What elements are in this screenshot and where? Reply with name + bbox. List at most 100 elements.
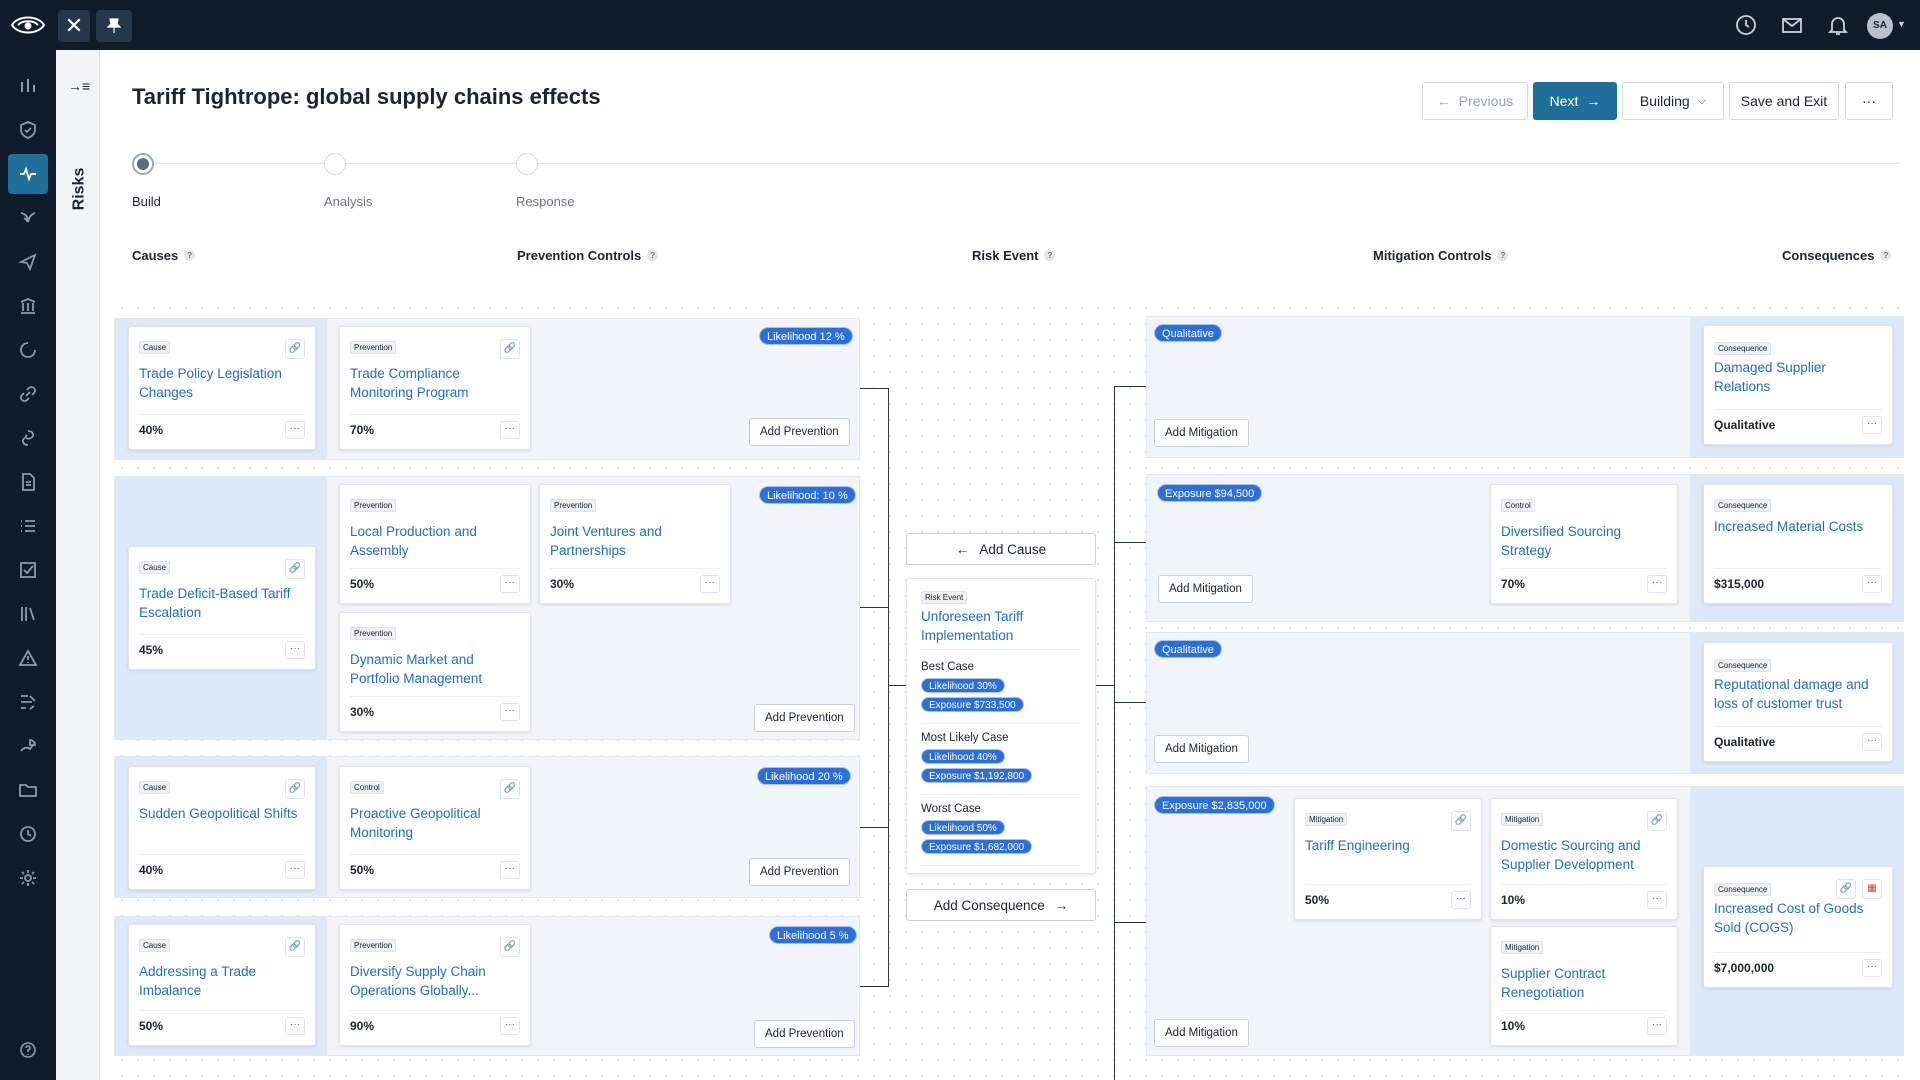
consequence-card[interactable]: Consequence 🔗 ▦ Increased Cost of Goods … [1703,866,1893,988]
more-icon[interactable]: ··· [1862,733,1882,751]
nav-link-icon[interactable] [8,374,48,414]
prevention-card[interactable]: Prevention Local Production and Assembly… [339,484,531,604]
help-icon[interactable]: ? [1497,250,1509,261]
card-title[interactable]: Dynamic Market and Portfolio Management [350,650,514,688]
card-title[interactable]: Trade Policy Legislation Changes [139,364,299,402]
close-icon[interactable]: ✕ [58,10,90,42]
more-icon[interactable]: ··· [1647,1017,1667,1035]
nav-bar-chart-icon[interactable] [8,66,48,106]
card-title[interactable]: Addressing a Trade Imbalance [139,962,299,1000]
chevron-down-icon[interactable]: ▼ [1897,19,1906,29]
link-icon[interactable]: 🔗 [500,339,520,359]
next-button[interactable]: Next → [1533,82,1617,120]
cause-card[interactable]: Cause 🔗 Trade Policy Legislation Changes… [128,326,316,450]
help-icon[interactable]: ? [1044,250,1056,261]
add-cause-button[interactable]: ← Add Cause [906,533,1096,565]
risk-event-title[interactable]: Unforeseen Tariff Implementation [921,607,1079,645]
step-response-label[interactable]: Response [516,194,575,209]
status-dropdown[interactable]: Building ⌵ [1622,82,1724,120]
prevention-card[interactable]: Prevention 🔗 Diversify Supply Chain Oper… [339,924,531,1046]
more-icon[interactable]: ··· [1862,959,1882,977]
more-icon[interactable]: ··· [1647,891,1667,909]
add-prevention-button[interactable]: Add Prevention [749,418,850,446]
more-icon[interactable]: ··· [285,1017,305,1035]
link-icon[interactable]: 🔗 [285,779,305,799]
nav-warning-icon[interactable] [8,638,48,678]
link-icon[interactable]: 🔗 [285,559,305,579]
consequence-card[interactable]: Consequence Increased Material Costs $31… [1703,484,1893,604]
more-icon[interactable]: ··· [700,575,720,593]
nav-history-icon[interactable] [8,814,48,854]
add-mitigation-button[interactable]: Add Mitigation [1158,575,1253,603]
more-icon[interactable]: ··· [285,641,305,659]
add-consequence-button[interactable]: Add Consequence → [906,889,1096,921]
more-icon[interactable]: ··· [285,861,305,879]
prevention-card[interactable]: Prevention 🔗 Trade Compliance Monitoring… [339,326,531,450]
card-title[interactable]: Local Production and Assembly [350,522,514,560]
link-icon[interactable]: 🔗 [1451,811,1471,831]
previous-button[interactable]: ← Previous [1422,82,1528,120]
step-analysis-dot[interactable] [324,153,346,175]
mitigation-card[interactable]: Mitigation Supplier Contract Renegotiati… [1490,926,1678,1046]
bell-icon[interactable] [1826,13,1850,37]
nav-circle-notch-icon[interactable] [8,330,48,370]
step-build-label[interactable]: Build [132,194,161,209]
nav-swirl-icon[interactable] [8,418,48,458]
more-icon[interactable]: ··· [1862,416,1882,434]
card-title[interactable]: Joint Ventures and Partnerships [550,522,714,560]
step-build-dot[interactable] [132,153,154,175]
nav-library-icon[interactable] [8,594,48,634]
more-icon[interactable]: ··· [500,1017,520,1035]
card-title[interactable]: Increased Material Costs [1714,517,1876,536]
nav-folder-icon[interactable] [8,770,48,810]
nav-chart-hand-icon[interactable] [8,726,48,766]
card-title[interactable]: Trade Compliance Monitoring Program [350,364,514,402]
card-title[interactable]: Domestic Sourcing and Supplier Developme… [1501,836,1661,874]
consequence-card[interactable]: Consequence Reputational damage and loss… [1703,642,1893,762]
add-prevention-button[interactable]: Add Prevention [754,704,855,732]
add-mitigation-button[interactable]: Add Mitigation [1154,735,1249,763]
card-title[interactable]: Tariff Engineering [1305,836,1465,855]
link-icon[interactable]: 🔗 [500,937,520,957]
cause-card[interactable]: Cause 🔗 Trade Deficit-Based Tariff Escal… [128,546,316,670]
help-icon[interactable]: ? [647,250,659,261]
card-title[interactable]: Supplier Contract Renegotiation [1501,964,1661,1002]
card-title[interactable]: Damaged Supplier Relations [1714,358,1876,396]
risks-panel-label[interactable]: Risks [70,168,88,211]
step-analysis-label[interactable]: Analysis [324,194,372,209]
more-icon[interactable]: ··· [285,421,305,439]
more-icon[interactable]: ··· [500,421,520,439]
mail-icon[interactable] [1780,13,1804,37]
add-mitigation-button[interactable]: Add Mitigation [1154,1019,1249,1047]
nav-building-icon[interactable] [8,286,48,326]
link-icon[interactable]: 🔗 [1836,879,1856,899]
more-icon[interactable]: ··· [1862,575,1882,593]
link-icon[interactable]: 🔗 [1647,811,1667,831]
nav-gear-icon[interactable] [8,858,48,898]
risk-event-card[interactable]: Risk Event Unforeseen Tariff Implementat… [906,578,1096,874]
nav-help-icon[interactable] [8,1030,48,1070]
save-and-exit-button[interactable]: Save and Exit [1729,82,1839,120]
card-title[interactable]: Reputational damage and loss of customer… [1714,675,1876,713]
mitigation-card[interactable]: Mitigation 🔗 Tariff Engineering 50% ··· [1294,798,1482,920]
link-icon[interactable]: 🔗 [285,937,305,957]
card-title[interactable]: Sudden Geopolitical Shifts [139,804,299,823]
add-mitigation-button[interactable]: Add Mitigation [1154,419,1249,447]
more-icon[interactable]: ··· [500,703,520,721]
clock-icon[interactable] [1734,13,1758,37]
add-prevention-button[interactable]: Add Prevention [754,1020,855,1048]
card-title[interactable]: Diversify Supply Chain Operations Global… [350,962,514,1000]
nav-document-icon[interactable] [8,462,48,502]
user-avatar[interactable]: SA [1867,13,1893,39]
prevention-card[interactable]: Prevention Dynamic Market and Portfolio … [339,612,531,732]
expand-panel-icon[interactable]: →≡ [68,78,90,94]
prevention-card[interactable]: Prevention Joint Ventures and Partnershi… [539,484,731,604]
card-title[interactable]: Increased Cost of Goods Sold (COGS) [1714,899,1876,937]
step-response-dot[interactable] [516,153,538,175]
calendar-alert-icon[interactable]: ▦ [1862,879,1882,899]
cause-card[interactable]: Cause 🔗 Addressing a Trade Imbalance 50%… [128,924,316,1046]
nav-flow-icon[interactable] [8,682,48,722]
more-icon[interactable]: ··· [1647,575,1667,593]
card-title[interactable]: Diversified Sourcing Strategy [1501,522,1661,560]
nav-bird-icon[interactable] [8,198,48,238]
